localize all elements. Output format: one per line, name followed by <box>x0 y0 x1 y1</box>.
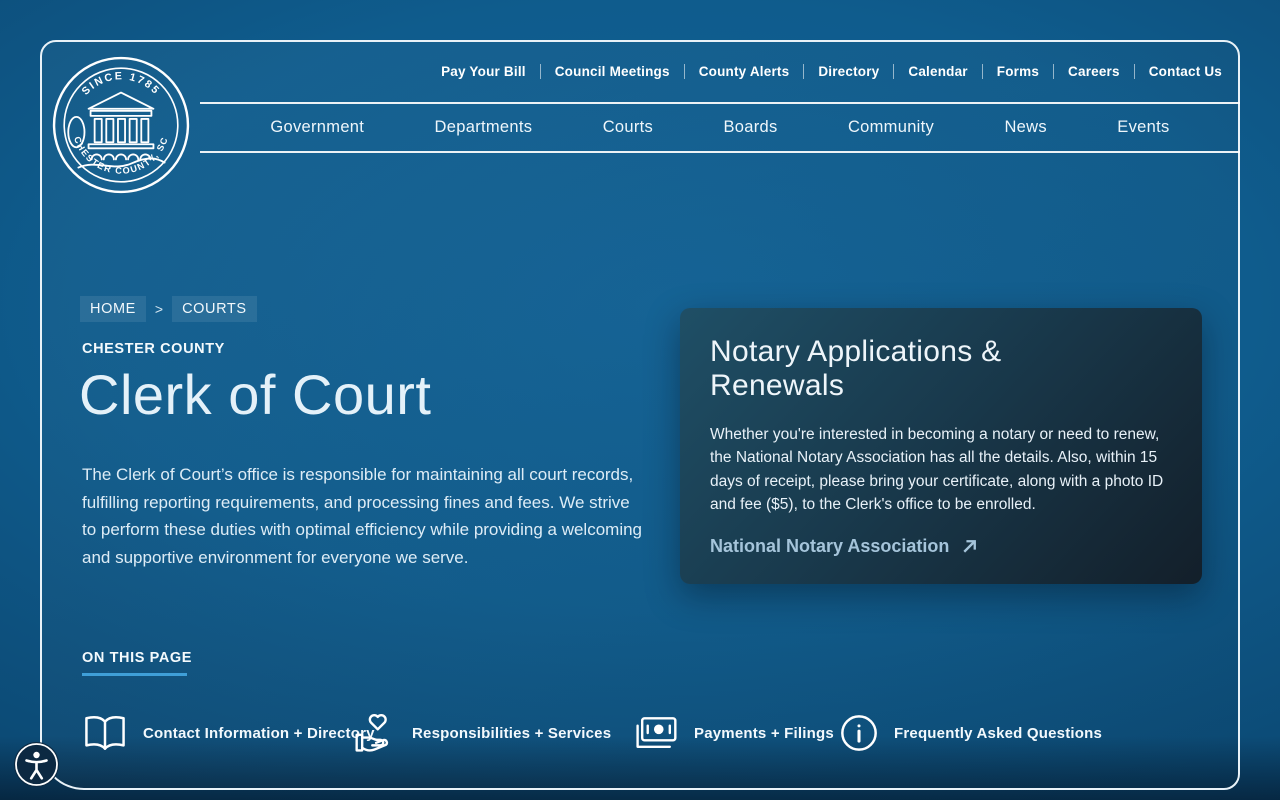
nav-item-boards[interactable]: Boards <box>723 118 777 137</box>
utility-link-careers[interactable]: Careers <box>1054 64 1135 79</box>
toc-item-responsibilities[interactable]: Responsibilities + Services <box>353 706 611 760</box>
toc-label: Frequently Asked Questions <box>894 725 1102 742</box>
utility-link-contact-us[interactable]: Contact Us <box>1135 64 1226 79</box>
toc-item-payments[interactable]: Payments + Filings <box>633 706 834 760</box>
breadcrumb: HOME > COURTS <box>80 296 257 322</box>
page-title: Clerk of Court <box>79 362 431 427</box>
info-circle-icon <box>839 713 879 753</box>
nav-item-departments[interactable]: Departments <box>435 118 533 137</box>
external-link-arrow-icon <box>959 536 980 557</box>
page-description: The Clerk of Court’s office is responsib… <box>82 461 648 571</box>
heading-underline <box>82 673 187 676</box>
utility-link-council-meetings[interactable]: Council Meetings <box>541 64 685 79</box>
open-book-icon <box>82 713 128 753</box>
accessibility-person-icon <box>14 742 59 787</box>
content-panel: SINCE 1785 CHESTER COUNTY, SC Pay Yo <box>40 40 1240 790</box>
nav-item-news[interactable]: News <box>1004 118 1046 137</box>
utility-link-forms[interactable]: Forms <box>983 64 1054 79</box>
page-background: SINCE 1785 CHESTER COUNTY, SC Pay Yo <box>0 0 1280 800</box>
toc-item-contact-information[interactable]: Contact Information + Directory <box>82 706 375 760</box>
utility-link-county-alerts[interactable]: County Alerts <box>685 64 805 79</box>
utility-link-pay-your-bill[interactable]: Pay Your Bill <box>427 64 541 79</box>
breadcrumb-separator: > <box>155 301 163 317</box>
notary-card: Notary Applications & Renewals Whether y… <box>680 308 1202 584</box>
main-nav: Government Departments Courts Boards Com… <box>200 102 1240 153</box>
accessibility-widget-button[interactable] <box>14 742 59 787</box>
nav-item-government[interactable]: Government <box>270 118 364 137</box>
hand-heart-icon <box>353 709 397 757</box>
card-link-label: National Notary Association <box>710 536 949 557</box>
on-this-page-heading: ON THIS PAGE <box>82 650 192 666</box>
nav-item-courts[interactable]: Courts <box>603 118 653 137</box>
page-eyebrow: CHESTER COUNTY <box>82 341 225 357</box>
notary-card-body: Whether you're interested in becoming a … <box>710 423 1172 517</box>
seal-inner-ring <box>64 68 178 182</box>
utility-link-directory[interactable]: Directory <box>804 64 894 79</box>
utility-link-calendar[interactable]: Calendar <box>894 64 982 79</box>
breadcrumb-home[interactable]: HOME <box>80 296 146 322</box>
utility-nav: Pay Your Bill Council Meetings County Al… <box>427 64 1226 79</box>
nav-item-community[interactable]: Community <box>848 118 934 137</box>
toc-item-faq[interactable]: Frequently Asked Questions <box>839 706 1102 760</box>
county-seal-logo[interactable]: SINCE 1785 CHESTER COUNTY, SC <box>50 54 192 196</box>
toc-label: Contact Information + Directory <box>143 725 375 742</box>
toc-label: Responsibilities + Services <box>412 725 611 742</box>
banknote-icon <box>633 714 679 752</box>
nav-item-events[interactable]: Events <box>1117 118 1169 137</box>
notary-card-title: Notary Applications & Renewals <box>710 335 1090 403</box>
breadcrumb-courts[interactable]: COURTS <box>172 296 257 322</box>
toc-label: Payments + Filings <box>694 725 834 742</box>
national-notary-association-link[interactable]: National Notary Association <box>710 536 980 557</box>
